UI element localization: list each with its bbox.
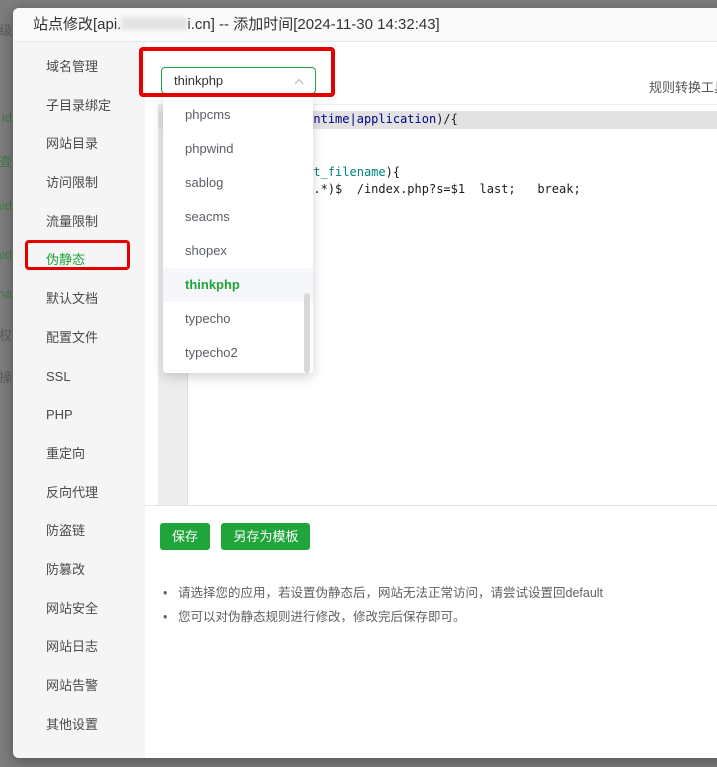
code-token: )/{ [436, 112, 458, 126]
code-token: ){ [386, 165, 400, 179]
rewrite-template-select[interactable]: thinkphp [161, 67, 316, 94]
screen: 级 id 查 aid aid ha 权量操 站点修改[api. i.cn] -- 添加时间[2… [0, 0, 717, 767]
dropdown-scrollbar-thumb[interactable] [304, 293, 310, 373]
sidebar-item-0[interactable]: 域名管理 [13, 48, 145, 87]
dropdown-option-typecho2[interactable]: typecho2 [163, 336, 313, 370]
sidebar-item-7[interactable]: 配置文件 [13, 319, 145, 358]
tip-item: 您可以对伪静态规则进行修改，修改完后保存即可。 [163, 605, 603, 629]
site-modify-dialog: 站点修改[api. i.cn] -- 添加时间[2024-11-30 14:32:… [13, 8, 717, 758]
settings-sidebar: 域名管理子目录绑定网站目录访问限制流量限制伪静态默认文档配置文件SSLPHP重定… [13, 42, 145, 758]
sidebar-item-17[interactable]: 其他设置 [13, 706, 145, 745]
background-fragment: 量操 [0, 367, 12, 386]
sidebar-item-14[interactable]: 网站安全 [13, 590, 145, 629]
background-fragment: ha [0, 286, 12, 301]
sidebar-item-15[interactable]: 网站日志 [13, 628, 145, 667]
save-as-template-button[interactable]: 另存为模板 [221, 523, 310, 550]
sidebar-item-9[interactable]: PHP [13, 396, 145, 435]
sidebar-item-6[interactable]: 默认文档 [13, 280, 145, 319]
background-fragment: 查 [0, 151, 12, 170]
background-fragment: id [2, 110, 12, 125]
tips-list: 请选择您的应用，若设置伪静态后，网站无法正常访问，请尝试设置回default您可… [163, 581, 603, 629]
dialog-title-prefix: 站点修改[api. [33, 16, 121, 33]
dropdown-option-seacms[interactable]: seacms [163, 200, 313, 234]
sidebar-item-16[interactable]: 网站告警 [13, 667, 145, 706]
sidebar-item-10[interactable]: 重定向 [13, 435, 145, 474]
sidebar-item-13[interactable]: 防篡改 [13, 551, 145, 590]
dropdown-option-shopex[interactable]: shopex [163, 234, 313, 268]
background-fragment: 级 [0, 20, 12, 39]
rule-convert-tool-link[interactable]: 规则转换工具 [649, 77, 717, 96]
dialog-title-suffix: i.cn] -- 添加时间[2024-11-30 14:32:43] [187, 16, 439, 33]
sidebar-item-3[interactable]: 访问限制 [13, 164, 145, 203]
dropdown-option-typecho[interactable]: typecho [163, 302, 313, 336]
dropdown-option-thinkphp[interactable]: thinkphp [163, 268, 313, 302]
rewrite-template-select-value: thinkphp [174, 73, 223, 88]
dialog-title: 站点修改[api. i.cn] -- 添加时间[2024-11-30 14:32:… [13, 8, 717, 42]
chevron-up-icon [293, 76, 305, 88]
background-fragment: aid [0, 198, 12, 213]
sidebar-item-12[interactable]: 防盗链 [13, 512, 145, 551]
tip-item: 请选择您的应用，若设置伪静态后，网站无法正常访问，请尝试设置回default [163, 581, 603, 605]
dropdown-option-phpcms[interactable]: phpcms [163, 98, 313, 132]
button-row: 保存 另存为模板 [160, 523, 317, 550]
background-fragment: 权 [0, 325, 12, 344]
background-fragment: aid [0, 247, 12, 262]
dialog-header: 站点修改[api. i.cn] -- 添加时间[2024-11-30 14:32:… [13, 8, 717, 42]
redacted-domain [121, 17, 187, 30]
rewrite-template-dropdown: phpcmsphpwindsablogseacmsshopexthinkphpt… [163, 95, 313, 373]
pseudo-static-panel: thinkphp 规则转换工具 123456 location ~* (runt… [145, 42, 717, 758]
code-token: runtime|application [299, 112, 436, 126]
sidebar-item-4[interactable]: 流量限制 [13, 203, 145, 242]
save-button[interactable]: 保存 [160, 523, 210, 550]
sidebar-item-2[interactable]: 网站目录 [13, 125, 145, 164]
sidebar-item-8[interactable]: SSL [13, 358, 145, 397]
dropdown-option-phpwind[interactable]: phpwind [163, 132, 313, 166]
dropdown-option-sablog[interactable]: sablog [163, 166, 313, 200]
editor-divider [145, 505, 717, 506]
sidebar-item-1[interactable]: 子目录绑定 [13, 87, 145, 126]
sidebar-item-11[interactable]: 反向代理 [13, 474, 145, 513]
sidebar-item-pseudo-static-active[interactable]: 伪静态 [13, 241, 145, 280]
